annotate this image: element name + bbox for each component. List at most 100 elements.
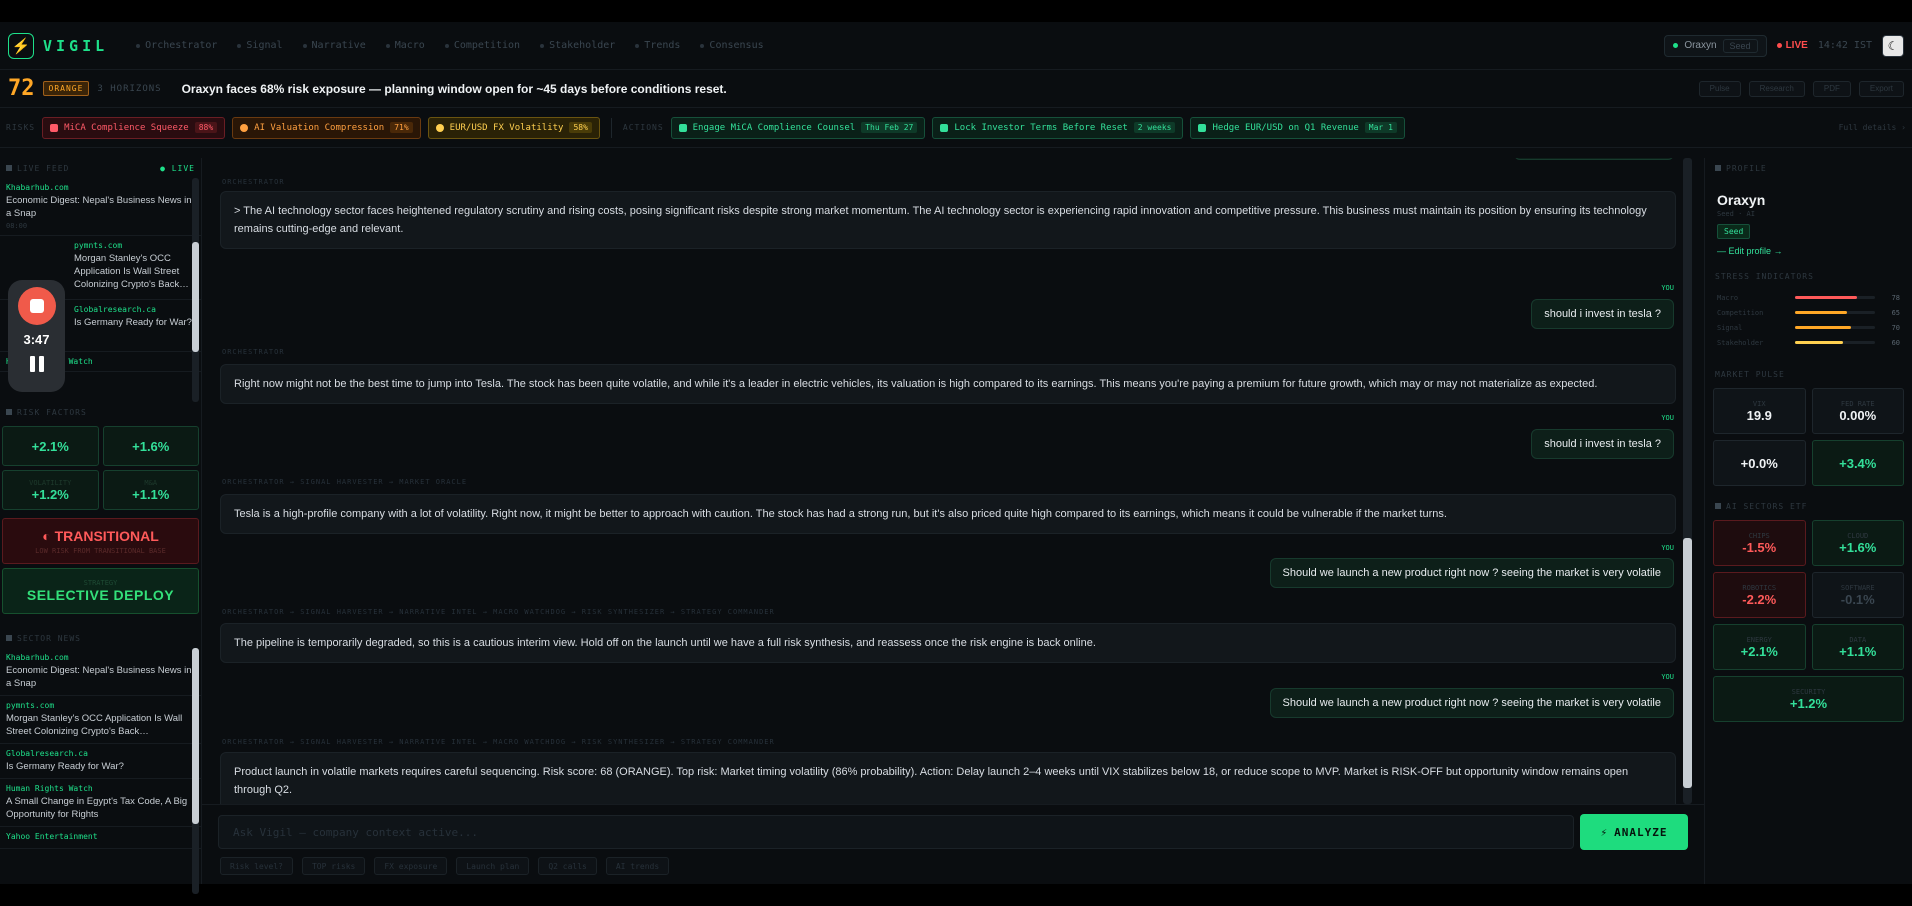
chat-input[interactable]: Ask Vigil — company context active... bbox=[218, 815, 1574, 849]
risks-actions-bar: RISKS MiCA Complience Squeeze 88% AI Valu… bbox=[0, 108, 1912, 148]
chat-panel: ORCHESTRATOR > The AI technology sector … bbox=[202, 158, 1704, 884]
check-icon bbox=[1198, 123, 1207, 132]
suggestion-chip[interactable]: AI trends bbox=[605, 857, 670, 875]
sector-tile: CHIPS -1.5% bbox=[1713, 520, 1806, 566]
action-pill[interactable]: Hedge EUR/USD on Q1 Revenue Mar 1 bbox=[1190, 116, 1405, 139]
strategy-card: STRATEGY SELECTIVE DEPLOY bbox=[2, 568, 199, 614]
risk-pill[interactable]: AI Valuation Compression 71% bbox=[232, 116, 421, 139]
top-nav: ⚡ VIGIL Orchestrator Signal Narrative Ma… bbox=[0, 22, 1912, 70]
moon-icon[interactable]: ☾ bbox=[1882, 34, 1904, 57]
bolt-icon: ⚡ bbox=[8, 32, 34, 59]
company-selector[interactable]: Oraxyn Seed bbox=[1664, 34, 1767, 57]
list-item[interactable]: Khabarhub.com Economic Digest: Nepal's B… bbox=[0, 178, 201, 236]
pulse-button[interactable]: Pulse bbox=[1698, 80, 1741, 97]
agent-label: ORCHESTRATOR bbox=[222, 348, 285, 356]
sector-tile: DATA +1.1% bbox=[1811, 624, 1904, 670]
action-pill[interactable]: Lock Investor Terms Before Reset 2 weeks bbox=[932, 116, 1184, 139]
stop-icon[interactable] bbox=[17, 287, 56, 325]
feed-scrollbar[interactable] bbox=[192, 178, 199, 402]
you-label: YOU bbox=[1661, 284, 1674, 292]
pdf-button[interactable]: PDF bbox=[1812, 80, 1851, 97]
news-scrollbar[interactable] bbox=[192, 648, 199, 894]
tab-competition[interactable]: Competition bbox=[444, 40, 520, 51]
suggestion-chip[interactable]: Risk level? bbox=[220, 857, 293, 875]
bot-message: Right now might not be the best time to … bbox=[220, 364, 1676, 404]
list-item[interactable]: Yahoo Entertainment bbox=[0, 827, 201, 849]
user-message: should i invest in tesla ? bbox=[1531, 299, 1674, 329]
bot-message: The pipeline is temporarily degraded, so… bbox=[220, 623, 1676, 663]
suggestion-chip[interactable]: TOP risks bbox=[301, 857, 366, 875]
left-sidebar: LIVE FEED ● LIVE Khabarhub.com Economic … bbox=[0, 158, 202, 894]
sector-tile: SOFTWARE -0.1% bbox=[1811, 572, 1904, 618]
market-pulse-header: MARKET PULSE bbox=[1715, 369, 1785, 379]
bot-message: Product launch in volatile markets requi… bbox=[220, 752, 1676, 804]
you-label: YOU bbox=[1661, 673, 1674, 681]
edit-profile-link[interactable]: — Edit profile → bbox=[1717, 246, 1900, 256]
check-icon bbox=[940, 123, 949, 132]
check-icon bbox=[678, 123, 687, 132]
factor-tile: +1.6% bbox=[102, 426, 199, 466]
list-item[interactable]: Globalresearch.ca Is Germany Ready for Wa… bbox=[0, 744, 201, 779]
risk-factor-tiles: +2.1% +1.6% VOLATILITY +1.2% M&A +1.1% bbox=[0, 422, 201, 514]
factor-tile: VOLATILITY +1.2% bbox=[2, 470, 99, 510]
clock: 14:42 IST bbox=[1817, 40, 1872, 51]
tab-trends[interactable]: Trends bbox=[635, 40, 680, 51]
tab-narrative[interactable]: Narrative bbox=[302, 40, 366, 51]
market-tile: VIX 19.9 bbox=[1713, 388, 1806, 434]
stress-header: STRESS INDICATORS bbox=[1715, 271, 1814, 281]
tab-stakeholder[interactable]: Stakeholder bbox=[540, 40, 615, 51]
stress-row: Stakeholder 60 bbox=[1717, 338, 1900, 347]
feed-icon bbox=[6, 165, 12, 171]
sector-news-list[interactable]: Khabarhub.com Economic Digest: Nepal's Bu… bbox=[0, 648, 201, 894]
action-pill[interactable]: Engage MiCA Complience Counsel Thu Feb 27 bbox=[670, 116, 926, 139]
factor-tile: M&A +1.1% bbox=[102, 470, 199, 510]
suggestion-chips: Risk level? TOP risks FX exposure Launch… bbox=[220, 857, 670, 875]
regime-sub: LOW RISK FROM TRANSITIONAL BASE bbox=[35, 546, 166, 555]
market-tiles: VIX 19.9 FED RATE 0.00% +0.0% +3.4% bbox=[1705, 384, 1912, 490]
user-message: should i invest in tesla ? bbox=[1531, 429, 1674, 459]
full-details-link[interactable]: Full details › bbox=[1839, 123, 1906, 132]
bolt-icon: ⚡ bbox=[1600, 825, 1609, 839]
profile-icon bbox=[1715, 165, 1721, 171]
analyze-button[interactable]: ⚡ ANALYZE bbox=[1580, 814, 1688, 850]
list-item[interactable]: Khabarhub.com Economic Digest: Nepal's Bu… bbox=[0, 648, 201, 696]
list-item[interactable]: pymnts.com Morgan Stanley's OCC Applicati… bbox=[0, 696, 201, 744]
market-tile: +0.0% bbox=[1713, 440, 1806, 486]
regime-card: ◐ TRANSITIONAL LOW RISK FROM TRANSITIONA… bbox=[2, 518, 199, 564]
market-tile: +3.4% bbox=[1811, 440, 1904, 486]
suggestion-chip[interactable]: FX exposure bbox=[374, 857, 448, 875]
sector-tiles: CHIPS -1.5% CLOUD +1.6% ROBOTICS -2.2% SOFT… bbox=[1705, 516, 1912, 726]
sector-news-header: SECTOR NEWS bbox=[0, 628, 201, 648]
regime-value: ◐ TRANSITIONAL bbox=[42, 527, 159, 544]
stress-row: Signal 70 bbox=[1717, 323, 1900, 332]
risk-pill[interactable]: EUR/USD FX Volatility 58% bbox=[427, 116, 600, 139]
profile-card: Oraxyn Seed · AI Seed — Edit profile → bbox=[1705, 178, 1912, 262]
risk-factors-header: RISK FACTORS bbox=[0, 402, 201, 422]
pause-icon[interactable] bbox=[29, 356, 44, 372]
risk-level-badge: ORANGE bbox=[42, 81, 90, 96]
tab-consensus[interactable]: Consensus bbox=[700, 40, 764, 51]
you-label: YOU bbox=[1661, 414, 1674, 422]
factors-icon bbox=[6, 409, 12, 415]
agent-label: ORCHESTRATOR bbox=[222, 178, 285, 186]
sectors-header: AI SECTORS ETF bbox=[1705, 496, 1912, 516]
tab-macro[interactable]: Macro bbox=[385, 40, 425, 51]
export-button[interactable]: Export bbox=[1858, 80, 1904, 97]
suggestion-chip[interactable]: Q2 calls bbox=[538, 857, 597, 875]
headline-text: Oraxyn faces 68% risk exposure — plannin… bbox=[181, 81, 727, 96]
suggestion-chip[interactable]: Launch plan bbox=[456, 857, 530, 875]
user-message-partial bbox=[1514, 158, 1674, 160]
tab-orchestrator[interactable]: Orchestrator bbox=[136, 40, 217, 51]
tab-signal[interactable]: Signal bbox=[237, 40, 283, 51]
risk-pill[interactable]: MiCA Complience Squeeze 88% bbox=[42, 116, 226, 139]
stress-row: Macro 78 bbox=[1717, 293, 1900, 302]
sector-tile: CLOUD +1.6% bbox=[1811, 520, 1904, 566]
chat-transcript[interactable]: ORCHESTRATOR > The AI technology sector … bbox=[202, 158, 1704, 804]
list-item[interactable]: Human Rights Watch A Small Change in Egyp… bbox=[0, 779, 201, 827]
nav-tabs: Orchestrator Signal Narrative Macro Comp… bbox=[136, 40, 764, 51]
research-button[interactable]: Research bbox=[1748, 80, 1805, 97]
stress-indicators: Macro 78 Competition 65 Signal 70 Stakehold… bbox=[1705, 286, 1912, 354]
bot-message: > The AI technology sector faces heighte… bbox=[220, 191, 1676, 249]
screen-recorder: 3:47 bbox=[8, 280, 65, 392]
chat-scrollbar[interactable] bbox=[1683, 158, 1692, 804]
